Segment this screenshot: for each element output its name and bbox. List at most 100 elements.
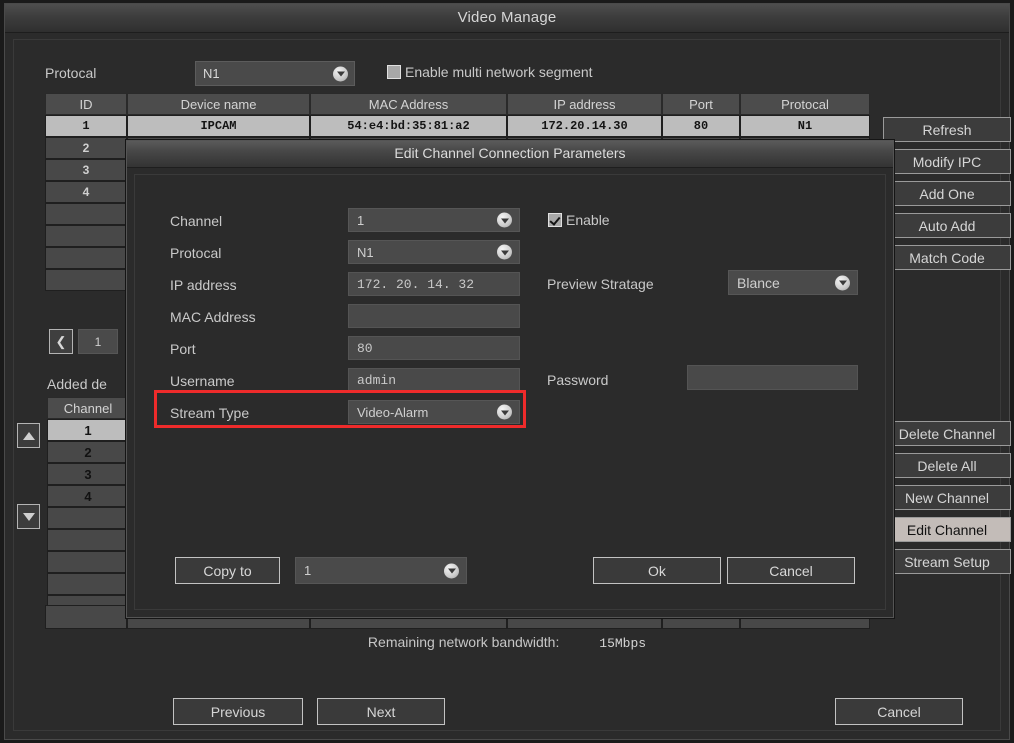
- dialog-title-bar: Edit Channel Connection Parameters: [127, 141, 893, 168]
- preview-strategy-select-value: Blance: [737, 274, 780, 291]
- protocol-select-value: N1: [203, 66, 220, 81]
- dialog-title: Edit Channel Connection Parameters: [394, 145, 626, 161]
- table-row[interactable]: 1 IPCAM 54:e4:bd:35:81:a2 172.20.14.30 8…: [45, 115, 870, 137]
- password-field[interactable]: [687, 365, 858, 390]
- device-table-header-port: Port: [662, 93, 740, 115]
- list-item[interactable]: [47, 551, 129, 573]
- ip-address-label: IP address: [170, 277, 237, 293]
- preview-strategy-label: Preview Stratage: [547, 276, 654, 292]
- list-item[interactable]: [47, 507, 129, 529]
- ok-button[interactable]: Ok: [593, 557, 721, 584]
- list-item[interactable]: [47, 573, 129, 595]
- device-table-header-protocol: Protocal: [740, 93, 870, 115]
- device-table-header-row: ID Device name MAC Address IP address Po…: [45, 93, 870, 115]
- stream-type-select[interactable]: Video-Alarm: [348, 400, 520, 424]
- cell-id: 4: [45, 181, 127, 203]
- cell-id: [45, 247, 127, 269]
- channel-label: Channel: [170, 213, 223, 229]
- list-item[interactable]: 3: [47, 463, 129, 485]
- screen-root: Video Manage Protocal N1 Enable multi ne…: [0, 0, 1014, 743]
- protocol-select[interactable]: N1: [195, 61, 355, 86]
- protocol-select[interactable]: N1: [348, 240, 520, 264]
- edit-channel-button[interactable]: Edit Channel: [883, 517, 1011, 542]
- ip-address-field[interactable]: 172. 20. 14. 32: [348, 272, 520, 296]
- protocol-label: Protocal: [170, 245, 222, 261]
- chevron-down-icon[interactable]: [835, 275, 850, 290]
- cancel-button[interactable]: Cancel: [727, 557, 855, 584]
- chevron-down-icon[interactable]: [333, 66, 348, 81]
- device-table-header-name: Device name: [127, 93, 310, 115]
- preview-strategy-select[interactable]: Blance: [728, 270, 858, 295]
- chevron-left-icon[interactable]: ❮: [49, 329, 73, 354]
- new-channel-button[interactable]: New Channel: [883, 485, 1011, 510]
- cell-id: 3: [45, 159, 127, 181]
- triangle-up-icon[interactable]: [17, 423, 40, 448]
- cell-ip: 172.20.14.30: [507, 115, 662, 137]
- chevron-down-icon[interactable]: [497, 244, 512, 260]
- list-item[interactable]: 4: [47, 485, 129, 507]
- checkbox-icon[interactable]: [387, 65, 401, 79]
- pagination: ❮ 1: [49, 329, 118, 354]
- stream-setup-button[interactable]: Stream Setup: [883, 549, 1011, 574]
- footer-cell-id: [45, 605, 127, 629]
- channel-select[interactable]: 1: [348, 208, 520, 232]
- refresh-button[interactable]: Refresh: [883, 117, 1011, 142]
- chevron-down-icon[interactable]: [497, 212, 512, 228]
- username-field[interactable]: admin: [348, 368, 520, 392]
- page-number[interactable]: 1: [78, 329, 118, 354]
- device-table-header-ip: IP address: [507, 93, 662, 115]
- copy-to-select[interactable]: 1: [295, 557, 467, 584]
- port-label: Port: [170, 341, 196, 357]
- window-title-bar: Video Manage: [5, 4, 1009, 33]
- port-field[interactable]: 80: [348, 336, 520, 360]
- cell-id: [45, 225, 127, 247]
- cell-id: [45, 203, 127, 225]
- chevron-down-icon[interactable]: [444, 563, 459, 578]
- list-item[interactable]: 2: [47, 441, 129, 463]
- next-button[interactable]: Next: [317, 698, 445, 725]
- cell-protocol: N1: [740, 115, 870, 137]
- delete-channel-button[interactable]: Delete Channel: [883, 421, 1011, 446]
- multi-network-segment-checkbox[interactable]: Enable multi network segment: [387, 64, 593, 80]
- stream-type-label: Stream Type: [170, 405, 250, 421]
- cell-id: 2: [45, 137, 127, 159]
- cell-id: [45, 269, 127, 291]
- list-item[interactable]: 1: [47, 419, 129, 441]
- protocol-label: Protocal: [45, 65, 97, 81]
- protocol-select-value: N1: [357, 244, 374, 260]
- previous-button[interactable]: Previous: [173, 698, 303, 725]
- video-manage-window: Video Manage Protocal N1 Enable multi ne…: [4, 3, 1011, 740]
- enable-label: Enable: [566, 212, 610, 228]
- added-devices-header-channel: Channel: [47, 397, 129, 419]
- bandwidth-status: Remaining network bandwidth: 15Mbps: [5, 634, 1009, 651]
- copy-to-select-value: 1: [304, 563, 312, 578]
- list-item[interactable]: [47, 529, 129, 551]
- enable-checkbox[interactable]: Enable: [548, 212, 610, 228]
- cancel-button[interactable]: Cancel: [835, 698, 963, 725]
- window-title: Video Manage: [457, 9, 557, 26]
- bandwidth-label: Remaining network bandwidth:: [367, 634, 560, 650]
- delete-all-button[interactable]: Delete All: [883, 453, 1011, 478]
- mac-address-label: MAC Address: [170, 309, 256, 325]
- added-devices-label: Added de: [47, 376, 107, 392]
- device-table-header-id: ID: [45, 93, 127, 115]
- cell-mac: 54:e4:bd:35:81:a2: [310, 115, 507, 137]
- bandwidth-value: 15Mbps: [599, 636, 647, 651]
- copy-to-button[interactable]: Copy to: [175, 557, 280, 584]
- modify-ipc-button[interactable]: Modify IPC: [883, 149, 1011, 174]
- cell-id: 1: [45, 115, 127, 137]
- mac-address-field[interactable]: [348, 304, 520, 328]
- device-table-header-mac: MAC Address: [310, 93, 507, 115]
- add-one-button[interactable]: Add One: [883, 181, 1011, 206]
- auto-add-button[interactable]: Auto Add: [883, 213, 1011, 238]
- match-code-button[interactable]: Match Code: [883, 245, 1011, 270]
- channel-select-value: 1: [357, 212, 365, 228]
- cell-name: IPCAM: [127, 115, 310, 137]
- dialog-content: Channel Protocal IP address MAC Address …: [134, 174, 886, 610]
- cell-port: 80: [662, 115, 740, 137]
- triangle-down-icon[interactable]: [17, 504, 40, 529]
- checkbox-checked-icon[interactable]: [548, 213, 562, 227]
- chevron-down-icon[interactable]: [497, 404, 512, 420]
- multi-network-segment-label: Enable multi network segment: [405, 64, 593, 80]
- password-label: Password: [547, 372, 609, 388]
